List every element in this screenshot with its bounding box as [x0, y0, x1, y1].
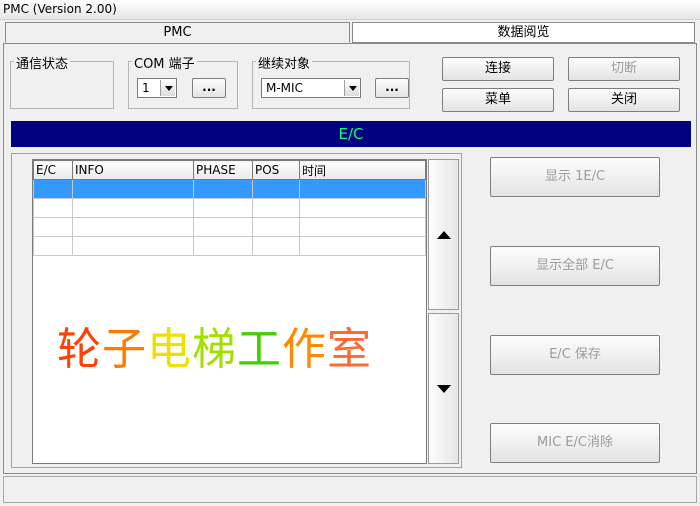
relay-target-label: 继续对象 [256, 53, 313, 72]
com-port-more-button[interactable]: ... [192, 78, 226, 98]
relay-target-value: M-MIC [266, 81, 303, 95]
watermark-char: 工 [237, 324, 282, 375]
table-row[interactable] [33, 179, 426, 199]
com-port-value: 1 [142, 81, 150, 95]
com-port-select[interactable]: 1 [137, 78, 177, 98]
status-bar [3, 476, 697, 503]
show-1ec-button[interactable]: 显示 1E/C [490, 157, 660, 197]
watermark-char: 子 [102, 324, 147, 375]
table-row[interactable] [33, 198, 426, 218]
triangle-up-icon [437, 231, 451, 239]
ec-table[interactable]: E/C INFO PHASE POS 时间 [32, 159, 427, 464]
scroll-up-button[interactable] [428, 159, 459, 310]
chevron-down-icon[interactable] [160, 80, 175, 96]
watermark-char: 室 [327, 324, 372, 375]
window-title: PMC (Version 2.00) [3, 2, 117, 16]
watermark-char: 梯 [192, 324, 237, 375]
connect-button[interactable]: 连接 [442, 57, 554, 81]
table-row[interactable] [33, 236, 426, 256]
chevron-down-icon[interactable] [344, 80, 359, 96]
tab-pmc[interactable]: PMC [5, 22, 350, 43]
watermark-char: 轮 [57, 324, 102, 375]
close-button[interactable]: 关闭 [568, 88, 680, 112]
column-header-time[interactable]: 时间 [299, 160, 426, 180]
column-header-phase[interactable]: PHASE [193, 160, 253, 180]
mic-ec-clear-button[interactable]: MIC E/C消除 [490, 423, 660, 463]
tab-data-view[interactable]: 数据阅览 [352, 22, 695, 43]
triangle-down-icon [437, 385, 451, 393]
switch-button[interactable]: 切断 [568, 57, 680, 81]
column-header-info[interactable]: INFO [72, 160, 194, 180]
table-scroll-column [428, 159, 459, 464]
ec-frame: E/C INFO PHASE POS 时间 [11, 153, 462, 468]
menu-button[interactable]: 菜单 [442, 88, 554, 112]
title-bar: PMC (Version 2.00) [0, 0, 700, 20]
show-all-ec-button[interactable]: 显示全部 E/C [490, 246, 660, 286]
watermark-char: 作 [282, 324, 327, 375]
column-header-pos[interactable]: POS [252, 160, 300, 180]
table-row[interactable] [33, 217, 426, 237]
comm-status-group: 通信状态 [10, 53, 114, 109]
comm-status-label: 通信状态 [14, 53, 71, 72]
com-port-label: COM 端子 [132, 53, 197, 72]
ec-save-button[interactable]: E/C 保存 [490, 335, 660, 375]
scroll-down-button[interactable] [428, 313, 459, 464]
relay-target-more-button[interactable]: ... [375, 78, 409, 98]
relay-target-select[interactable]: M-MIC [261, 78, 361, 98]
ec-header: E/C [11, 121, 691, 147]
watermark-char: 电 [147, 324, 192, 375]
column-header-ec[interactable]: E/C [33, 160, 73, 180]
studio-watermark: 轮子电梯工作室 [57, 313, 372, 377]
